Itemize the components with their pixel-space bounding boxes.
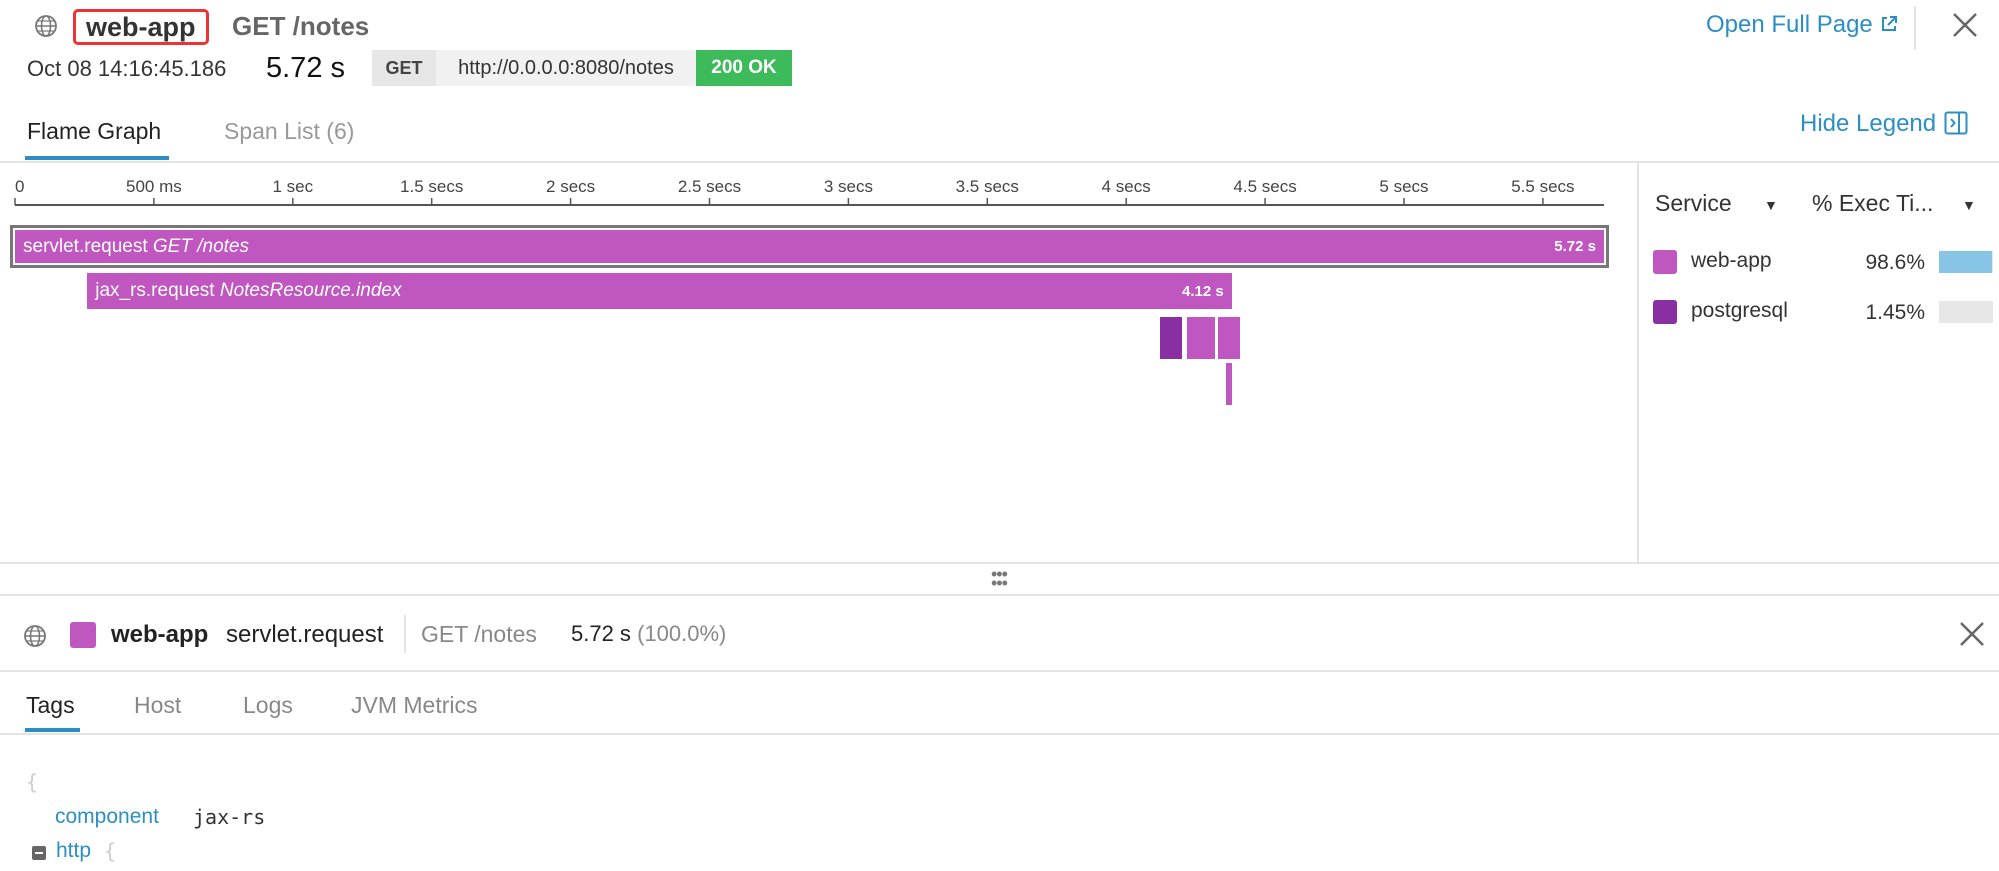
service-name[interactable]: web-app [73, 9, 209, 45]
hide-legend-label: Hide Legend [1800, 110, 1937, 137]
legend-service-name[interactable]: postgresql [1691, 299, 1788, 323]
detail-divider [404, 615, 406, 653]
span-bar[interactable]: servlet.request GET /notes 5.72 s [10, 225, 1609, 268]
trace-timestamp: Oct 08 14:16:45.186 [27, 56, 227, 81]
open-full-page-label: Open Full Page [1706, 11, 1873, 38]
axis-tick-label: 2 secs [546, 177, 595, 196]
status-badge: 200 OK [696, 50, 792, 86]
tab-host[interactable]: Host [134, 692, 181, 719]
axis-tick-label: 5 secs [1379, 177, 1428, 196]
axis-tick-label: 5.5 secs [1511, 177, 1574, 196]
tags-open-brace: { [26, 770, 39, 794]
header-divider [1914, 6, 1916, 50]
tag-key-component[interactable]: component [55, 805, 159, 829]
tab-tags[interactable]: Tags [26, 692, 75, 719]
legend-exec-percent: 98.6% [1865, 251, 1925, 274]
span-label: servlet.request GET /notes [23, 236, 249, 258]
axis-tick-label: 1 sec [272, 177, 313, 196]
span-bar[interactable] [1226, 363, 1233, 405]
legend-service-label: Service [1655, 190, 1732, 216]
flame-graph: servlet.request GET /notes 5.72 s jax_rs.r… [0, 220, 1620, 420]
axis-tick-label: 4.5 secs [1233, 177, 1296, 196]
time-axis: 0 500 ms 1 sec 1.5 secs 2 secs 2.5 secs 3 secs… [14, 177, 1604, 206]
collapse-icon[interactable] [32, 846, 46, 860]
tag-key-http[interactable]: http [56, 839, 91, 863]
detail-header-divider [0, 670, 1999, 672]
globe-icon [35, 15, 57, 37]
tag-value-component[interactable]: jax-rs [193, 805, 265, 829]
detail-duration: 5.72 s (100.0%) [571, 621, 726, 647]
axis-tick-label: 2.5 secs [678, 177, 741, 196]
drag-handle-icon[interactable]: ••• ••• [991, 565, 1008, 592]
span-bar[interactable] [1159, 317, 1182, 359]
legend-service-header[interactable]: Service [1655, 190, 1732, 217]
span-bar[interactable]: jax_rs.request NotesResource.index 4.12 s [87, 273, 1232, 309]
span-resource: GET /notes [152, 235, 250, 257]
axis-tick-label: 0 [15, 177, 24, 196]
axis-tick-label: 3 secs [824, 177, 873, 196]
close-icon[interactable] [1950, 10, 1980, 40]
globe-icon [24, 625, 46, 647]
external-link-icon [1881, 16, 1897, 31]
tabs-divider [0, 161, 1999, 163]
collapse-panel-icon [1944, 111, 1968, 135]
span-duration: 4.12 s [1182, 282, 1224, 300]
resource-name: GET /notes [232, 11, 370, 41]
caret-down-icon[interactable]: ▼ [1962, 197, 1976, 213]
span-operation: jax_rs.request [95, 280, 220, 301]
http-method-badge: GET [372, 50, 436, 86]
legend-exec-bar [1939, 301, 1993, 323]
legend-exec-percent: 1.45% [1865, 301, 1925, 324]
tab-logs[interactable]: Logs [243, 692, 293, 719]
tab-jvm-metrics[interactable]: JVM Metrics [351, 692, 478, 719]
http-open-brace: { [104, 839, 117, 863]
detail-operation-name: servlet.request [226, 621, 384, 648]
legend-exec-label: % Exec Ti... [1812, 190, 1934, 216]
hide-legend-button[interactable]: Hide Legend [1800, 110, 1968, 138]
span-resource: NotesResource.index [219, 280, 402, 301]
span-bar[interactable] [1217, 317, 1241, 359]
open-full-page-link[interactable]: Open Full Page [1706, 11, 1899, 39]
active-tab-indicator [25, 728, 80, 732]
axis-tick-label: 4 secs [1102, 177, 1151, 196]
span-bar[interactable] [1187, 317, 1216, 359]
axis-tick-label: 1.5 secs [400, 177, 463, 196]
trace-duration: 5.72 s [266, 52, 345, 84]
legend-swatch [1653, 250, 1677, 274]
detail-duration-percent: (100.0%) [637, 621, 727, 646]
legend-exec-bar [1939, 251, 1993, 273]
axis-tick-label: 500 ms [126, 177, 182, 196]
detail-service-name[interactable]: web-app [111, 621, 208, 649]
span-label: jax_rs.request NotesResource.index [95, 280, 401, 302]
active-tab-indicator [25, 156, 169, 160]
span-duration: 5.72 s [1554, 238, 1596, 255]
close-icon[interactable] [1958, 620, 1986, 648]
legend-swatch [1653, 300, 1677, 324]
legend-service-name[interactable]: web-app [1691, 249, 1772, 273]
legend-divider [1637, 162, 1639, 562]
tab-span-list[interactable]: Span List (6) [224, 118, 354, 145]
detail-duration-value: 5.72 s [571, 621, 631, 646]
http-url[interactable]: http://0.0.0.0:8080/notes [436, 50, 696, 86]
axis-tick-label: 3.5 secs [956, 177, 1019, 196]
detail-resource: GET /notes [421, 621, 537, 647]
tab-flame-graph[interactable]: Flame Graph [27, 118, 161, 145]
legend-exec-bar-fill [1939, 251, 1993, 273]
span-operation: servlet.request [23, 235, 153, 257]
caret-down-icon[interactable]: ▼ [1764, 197, 1778, 213]
detail-tabs-divider [0, 733, 1999, 735]
service-color-swatch [70, 622, 96, 648]
legend-exec-header[interactable]: % Exec Ti... [1812, 190, 1933, 217]
